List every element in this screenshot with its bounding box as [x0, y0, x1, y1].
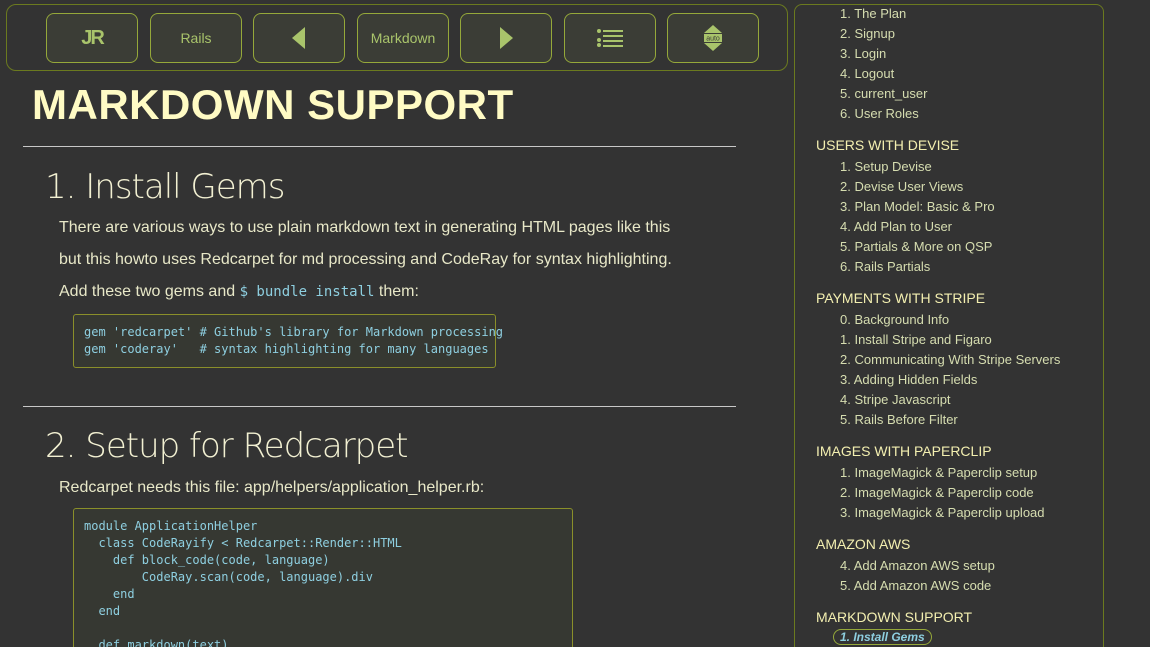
add-gems-suffix: them: — [378, 283, 419, 300]
toc-link[interactable]: 1. The Plan — [840, 6, 906, 21]
toc-link[interactable]: 4. Add Amazon AWS setup — [840, 558, 995, 573]
list-settings-icon — [597, 29, 623, 47]
add-gems-prefix: Add these two gems and — [59, 283, 236, 300]
markdown-button-label: Markdown — [370, 30, 436, 46]
main-content: MARKDOWN SUPPORT 1. Install Gems There a… — [0, 71, 790, 647]
toc-link[interactable]: 6. User Roles — [840, 106, 919, 121]
toc-link[interactable]: 3. Adding Hidden Fields — [840, 372, 977, 387]
markdown-button[interactable]: Markdown — [357, 13, 449, 63]
triangle-left-icon — [292, 27, 305, 49]
toc-link[interactable]: 3. ImageMagick & Paperclip upload — [840, 505, 1045, 520]
toc-link[interactable]: 4. Add Plan to User — [840, 219, 952, 234]
toc-section-heading[interactable]: USERS WITH DEVISE — [816, 137, 959, 153]
toc-link[interactable]: 0. Background Info — [840, 312, 949, 327]
page-title: MARKDOWN SUPPORT — [32, 81, 514, 128]
toc-link[interactable]: 6. Rails Partials — [840, 259, 930, 274]
toc-link[interactable]: 3. Plan Model: Basic & Pro — [840, 199, 995, 214]
toc-link[interactable]: 5. Rails Before Filter — [840, 412, 958, 427]
section-paragraph: Redcarpet needs this file: app/helpers/a… — [59, 479, 485, 496]
toc-link[interactable]: 4. Logout — [840, 66, 894, 81]
code-block-gems: gem 'redcarpet' # Github's library for M… — [73, 314, 503, 368]
triangle-right-icon — [500, 27, 513, 49]
toc-section-heading[interactable]: AMAZON AWS — [816, 536, 910, 552]
toc-link[interactable]: 2. Devise User Views — [840, 179, 963, 194]
toc-section-heading[interactable]: PAYMENTS WITH STRIPE — [816, 290, 985, 306]
toc-section-heading[interactable]: IMAGES WITH PAPERCLIP — [816, 443, 992, 459]
toc-link[interactable]: 1. ImageMagick & Paperclip setup — [840, 465, 1037, 480]
toc-link[interactable]: 5. Add Amazon AWS code — [840, 578, 991, 593]
home-logo-button[interactable]: JR — [46, 13, 138, 63]
rails-button[interactable]: Rails — [150, 13, 242, 63]
previous-button[interactable] — [253, 13, 345, 63]
divider — [23, 406, 736, 407]
toc-link[interactable]: 1. Install Stripe and Figaro — [840, 332, 992, 347]
toc-link[interactable]: 2. Communicating With Stripe Servers — [840, 352, 1060, 367]
divider — [23, 146, 736, 147]
jr-logo-icon: JR — [81, 26, 105, 49]
auto-label: auto — [706, 36, 720, 43]
section-paragraph: There are various ways to use plain mark… — [59, 219, 671, 236]
toc-link[interactable]: 2. ImageMagick & Paperclip code — [840, 485, 1034, 500]
toc-link-active[interactable]: 1. Install Gems — [833, 629, 932, 645]
toc-link[interactable]: 3. Login — [840, 46, 886, 61]
up-down-arrows-icon: auto — [704, 25, 722, 51]
toc-list-button[interactable] — [564, 13, 656, 63]
table-of-contents-sidebar: 1. The Plan 2. Signup 3. Login 4. Logout… — [794, 4, 1104, 647]
toc-link[interactable]: 4. Stripe Javascript — [840, 392, 951, 407]
toolbar: JR Rails Markdown auto — [6, 4, 788, 71]
inline-code: $ bundle install — [239, 284, 375, 300]
toc-link[interactable]: 2. Signup — [840, 26, 895, 41]
toc-section-heading[interactable]: MARKDOWN SUPPORT — [816, 609, 972, 625]
rails-button-label: Rails — [180, 30, 212, 46]
auto-scroll-button[interactable]: auto — [667, 13, 759, 63]
section-title-install-gems: 1. Install Gems — [45, 167, 286, 207]
section-paragraph: but this howto uses Redcarpet for md pro… — [59, 251, 672, 268]
section-title-setup-redcarpet: 2. Setup for Redcarpet — [45, 426, 409, 466]
next-button[interactable] — [460, 13, 552, 63]
toc-link[interactable]: 5. Partials & More on QSP — [840, 239, 992, 254]
code-block-helper: module ApplicationHelper class CodeRayif… — [73, 508, 573, 647]
toc-link[interactable]: 1. Setup Devise — [840, 159, 932, 174]
add-gems-paragraph: Add these two gems and $ bundle install … — [59, 276, 419, 308]
toc-link[interactable]: 5. current_user — [840, 86, 927, 101]
